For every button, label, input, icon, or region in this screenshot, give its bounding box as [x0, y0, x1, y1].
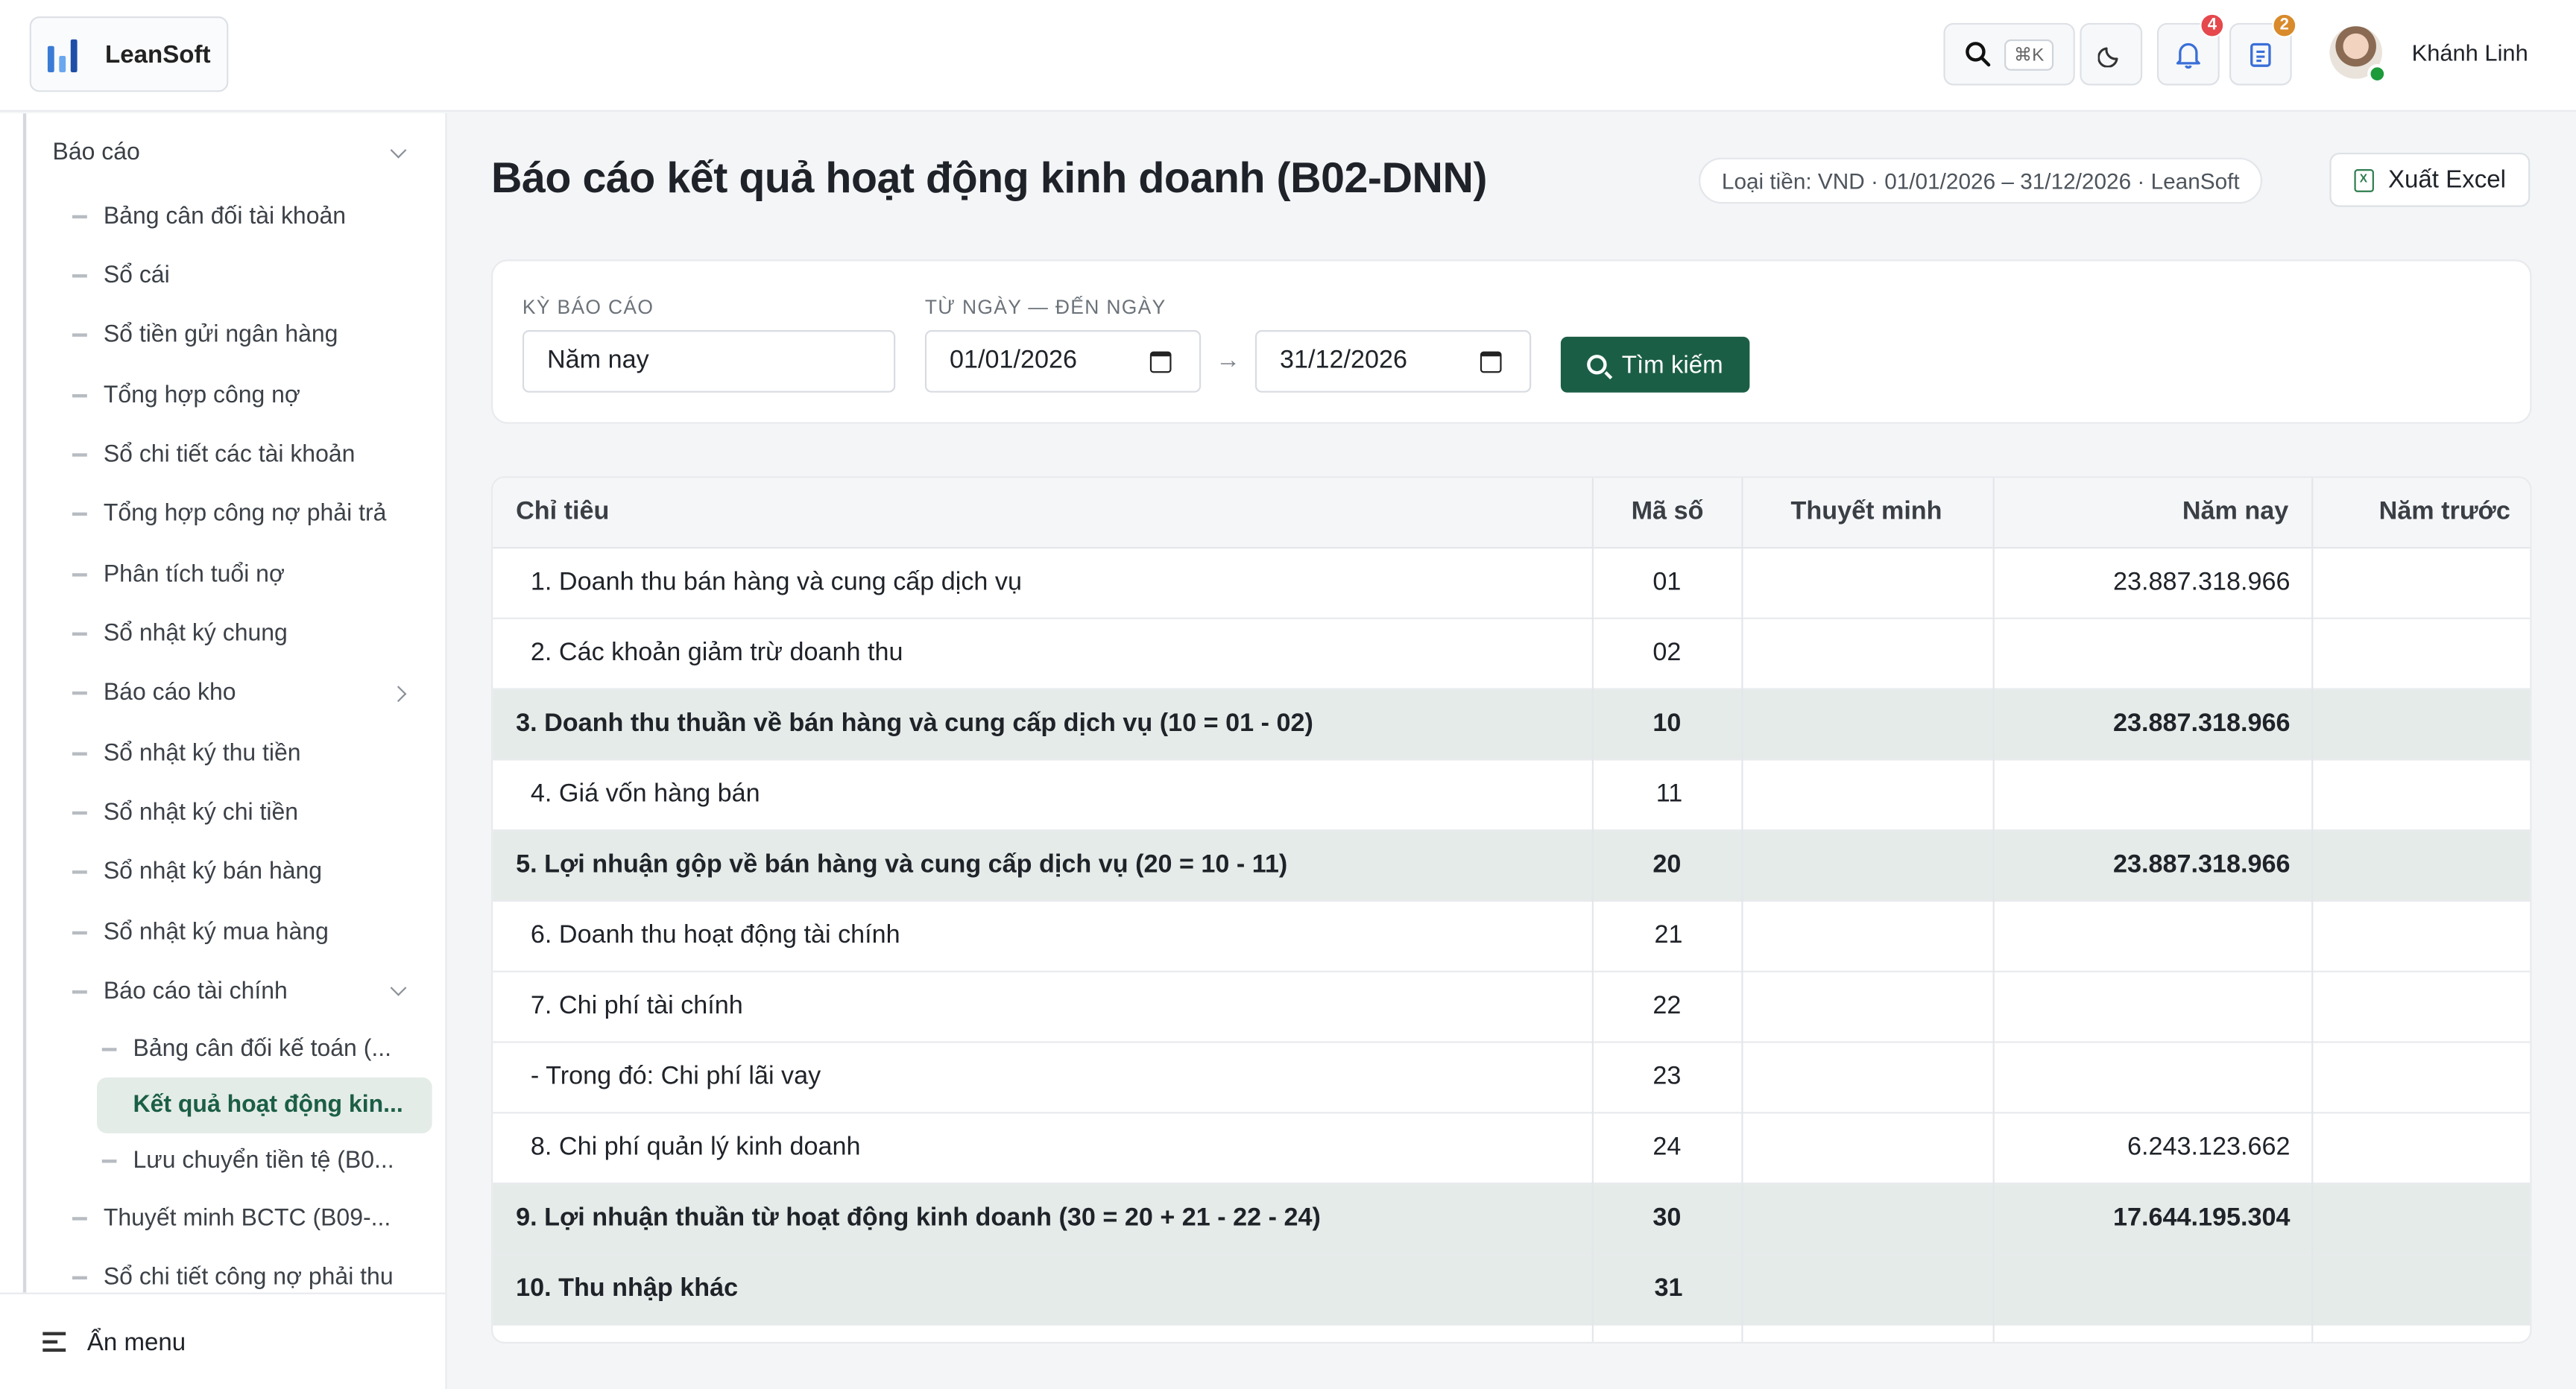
income-statement-table: Chỉ tiêu Mã số Thuyết minh Năm nay Năm t… — [491, 476, 2532, 1344]
export-excel-label: Xuất Excel — [2387, 165, 2507, 194]
user-name[interactable]: Khánh Linh — [2412, 39, 2528, 66]
search-icon — [1965, 42, 1990, 67]
from-date-input[interactable]: 01/01/2026 — [924, 330, 1202, 393]
chevron-right-icon — [390, 686, 407, 703]
column-divider — [1992, 478, 1995, 1342]
page-title: Báo cáo kết quả hoạt động kinh doanh (B0… — [491, 152, 1488, 203]
search-submit-label: Tìm kiếm — [1621, 350, 1723, 379]
table-row-subtotal: 3. Doanh thu thuần về bán hàng và cung c… — [493, 689, 2531, 761]
sidebar-rail — [22, 113, 27, 1293]
table-row: 7. Chi phí tài chính 22 — [493, 972, 2531, 1043]
theme-toggle-button[interactable] — [2080, 22, 2143, 86]
column-header-indicator: Chỉ tiêu — [516, 497, 610, 526]
table-row-subtotal: 9. Lợi nhuận thuần từ hoạt động kinh doa… — [493, 1184, 2531, 1255]
hide-menu-label: Ẩn menu — [86, 1328, 186, 1356]
sidebar-item-inventory-reports[interactable]: Báo cáo kho — [72, 674, 417, 713]
sidebar-section-reports[interactable]: Báo cáo — [53, 139, 417, 172]
moon-icon — [2097, 47, 2118, 68]
clipboard-list-icon — [2250, 42, 2271, 67]
search-button[interactable]: ⌘K — [1943, 22, 2075, 86]
report-meta-pill: Loại tiền: VND · 01/01/2026 – 31/12/2026… — [1699, 157, 2263, 204]
table-row: 2. Các khoản giảm trừ doanh thu 02 — [493, 619, 2531, 690]
search-submit-button[interactable]: Tìm kiếm — [1560, 336, 1750, 393]
sidebar-item[interactable]: Sổ nhật ký chung — [72, 614, 288, 654]
calendar-icon[interactable] — [1480, 351, 1502, 373]
online-status-dot — [2367, 63, 2387, 84]
sidebar-item[interactable]: Sổ chi tiết công nợ phải thu — [72, 1258, 394, 1297]
sidebar-item[interactable]: Sổ nhật ký thu tiền — [72, 734, 301, 773]
brand-name: LeanSoft — [105, 40, 211, 69]
calendar-icon[interactable] — [1149, 351, 1172, 373]
period-label: KỲ BÁO CÁO — [522, 295, 654, 319]
tasks-count-badge: 2 — [2272, 13, 2297, 38]
column-divider — [2311, 478, 2314, 1342]
sidebar-item[interactable]: Sổ nhật ký mua hàng — [72, 913, 329, 952]
sidebar-item[interactable]: Sổ chi tiết các tài khoản — [72, 435, 355, 475]
excel-file-icon: X — [2353, 168, 2374, 192]
sidebar-section-label: Báo cáo — [52, 139, 140, 166]
export-excel-button[interactable]: X Xuất Excel — [2329, 152, 2531, 207]
sidebar-item[interactable]: Sổ tiền gửi ngân hàng — [72, 315, 338, 355]
sidebar: Báo cáo Bảng cân đối tài khoản Sổ cái Sổ… — [0, 113, 447, 1389]
table-row-subtotal: 5. Lợi nhuận gộp về bán hàng và cung cấp… — [493, 831, 2531, 902]
sidebar-item[interactable]: Phân tích tuổi nợ — [72, 555, 285, 595]
hide-menu-button[interactable]: Ẩn menu — [0, 1292, 446, 1389]
collapse-menu-icon — [42, 1330, 69, 1353]
sidebar-item-financial-reports[interactable]: Báo cáo tài chính — [72, 972, 417, 1012]
sidebar-subitem[interactable]: Bảng cân đối kế toán (... — [101, 1030, 423, 1069]
column-divider — [1741, 478, 1743, 1342]
period-value: Năm nay — [546, 347, 649, 375]
column-header-code: Mã số — [1631, 497, 1704, 526]
bell-icon — [2176, 42, 2200, 69]
search-icon — [1587, 355, 1607, 375]
date-range-label: TỪ NGÀY — ĐẾN NGÀY — [924, 295, 1167, 319]
arrow-right-icon: → — [1216, 347, 1241, 375]
to-date-value: 31/12/2026 — [1279, 347, 1407, 375]
table-row: 6. Doanh thu hoạt động tài chính 21 — [493, 902, 2531, 972]
sidebar-item[interactable]: Bảng cân đối tài khoản — [72, 197, 346, 236]
sidebar-item[interactable]: Sổ nhật ký chi tiền — [72, 794, 298, 833]
brand-home-link[interactable]: LeanSoft — [29, 16, 229, 92]
notification-count-badge: 4 — [2200, 13, 2225, 38]
column-header-previous-year: Năm trước — [2378, 497, 2510, 526]
column-header-current-year: Năm nay — [2182, 497, 2289, 526]
sidebar-item[interactable]: Tổng hợp công nợ — [72, 376, 300, 416]
user-avatar[interactable] — [2329, 26, 2387, 84]
top-header: LeanSoft ⌘K 4 2 Khánh Linh — [0, 0, 2576, 112]
tasks-button[interactable]: 2 — [2229, 13, 2297, 86]
table-row: 8. Chi phí quản lý kinh doanh 24 6.243.1… — [493, 1113, 2531, 1185]
table-row: 1. Doanh thu bán hàng và cung cấp dịch v… — [493, 548, 2531, 619]
table-row-subtotal: 10. Thu nhập khác 31 — [493, 1254, 2531, 1326]
sidebar-subitem[interactable]: Lưu chuyển tiền tệ (B0... — [101, 1142, 423, 1181]
period-select[interactable]: Năm nay — [522, 330, 896, 393]
column-divider — [1591, 478, 1594, 1342]
from-date-value: 01/01/2026 — [949, 347, 1077, 375]
table-row: - Trong đó: Chi phí lãi vay 23 — [493, 1043, 2531, 1114]
sidebar-item[interactable]: Sổ nhật ký bán hàng — [72, 852, 322, 892]
chevron-down-icon — [390, 142, 407, 159]
table-row: 4. Giá vốn hàng bán 11 — [493, 760, 2531, 832]
notifications-button[interactable]: 4 — [2156, 13, 2225, 86]
sidebar-item[interactable]: Sổ cái — [72, 256, 170, 296]
search-shortcut: ⌘K — [2004, 38, 2054, 70]
sidebar-item[interactable]: Tổng hợp công nợ phải trả — [72, 494, 386, 534]
column-header-note: Thuyết minh — [1790, 497, 1942, 526]
table-header: Chỉ tiêu Mã số Thuyết minh Năm nay Năm t… — [493, 478, 2531, 549]
to-date-input[interactable]: 31/12/2026 — [1254, 330, 1532, 393]
sidebar-item[interactable]: Thuyết minh BCTC (B09-... — [72, 1199, 391, 1238]
chevron-down-icon — [390, 979, 407, 996]
sidebar-subitem-active[interactable]: Kết quả hoạt động kin... — [102, 1086, 423, 1125]
leansoft-logo-icon — [47, 36, 83, 72]
